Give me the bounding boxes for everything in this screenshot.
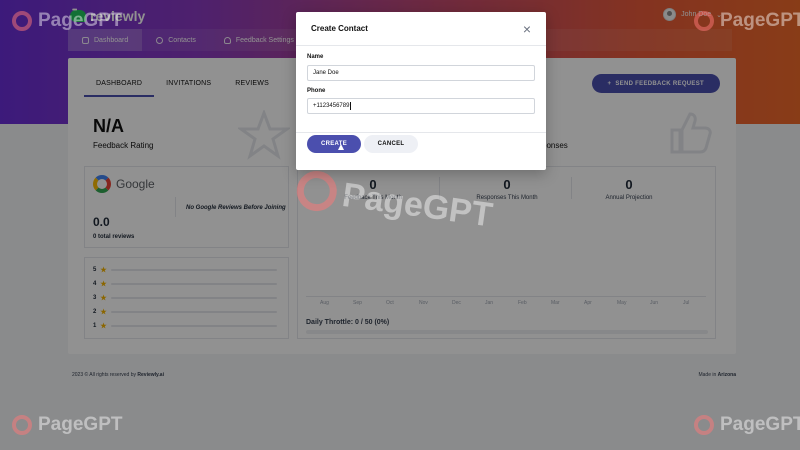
watermark: PageGPT: [694, 10, 800, 32]
name-field[interactable]: Jane Doe: [307, 65, 535, 81]
create-button[interactable]: CREATE: [307, 135, 361, 153]
text-caret: [350, 102, 352, 110]
watermark: PageGPT: [12, 414, 122, 436]
watermark: PageGPT: [694, 414, 800, 436]
watermark-logo-icon: [694, 11, 714, 31]
watermark-logo-icon: [12, 415, 32, 435]
dialog-footer-divider: [296, 132, 546, 133]
dialog-header: Create Contact ×: [296, 12, 546, 46]
watermark-logo-icon: [694, 415, 714, 435]
cancel-button[interactable]: CANCEL: [364, 135, 418, 153]
watermark-logo-icon: [294, 168, 340, 214]
phone-value: +1123456789: [313, 103, 350, 109]
watermark-logo-icon: [12, 11, 32, 31]
create-contact-dialog: Create Contact × Name Jane Doe Phone +11…: [296, 12, 546, 170]
dialog-title: Create Contact: [311, 24, 368, 33]
phone-label: Phone: [307, 88, 326, 94]
close-icon[interactable]: ×: [523, 22, 531, 36]
mouse-cursor-icon: [338, 144, 344, 150]
name-label: Name: [307, 54, 324, 60]
watermark: PageGPT: [12, 10, 122, 32]
phone-field[interactable]: +1123456789: [307, 98, 535, 114]
